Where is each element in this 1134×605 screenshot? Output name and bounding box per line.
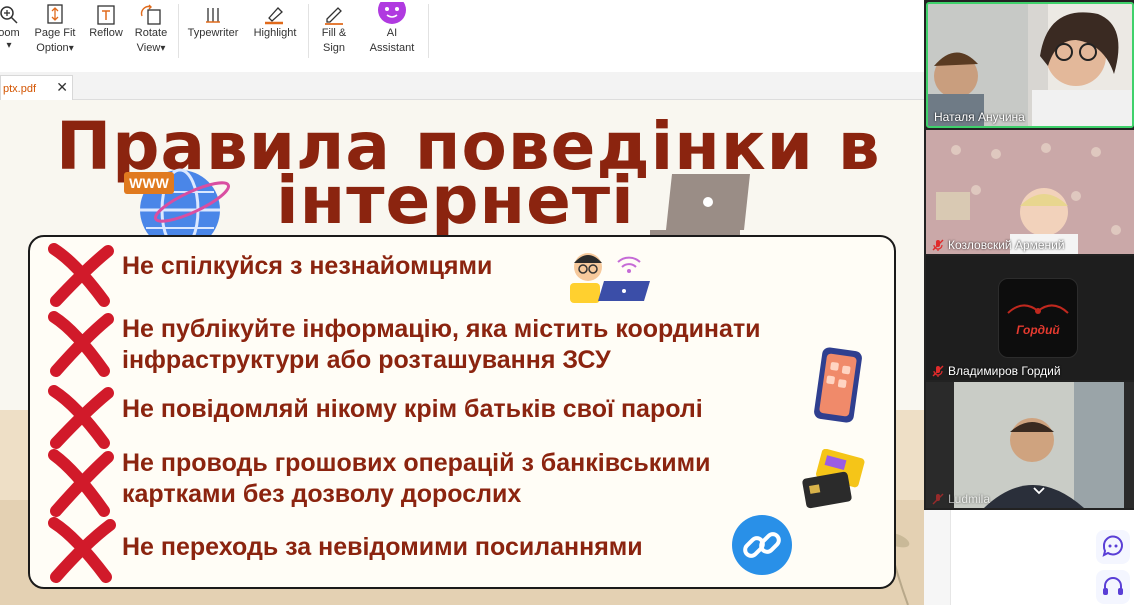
rule-text-2a: Не публікуйте інформацію, яка містить ко… <box>122 315 761 343</box>
bank-cards-icon <box>802 449 865 509</box>
laptop-icon <box>650 174 750 235</box>
panel-gap <box>924 510 950 605</box>
ribbon-toolbar: oom ▾ Page Fit Option▾ Reflow Rotate Vie… <box>0 0 924 72</box>
pen-sign-icon <box>314 0 354 26</box>
reflow-icon <box>86 0 126 26</box>
toolbar-divider <box>428 4 429 58</box>
rotate-label-1: Rotate <box>134 27 168 39</box>
reflow-label: Reflow <box>89 27 123 39</box>
chat-bot-icon <box>1102 535 1123 557</box>
participant-name-label: Владимиров Гордий <box>932 364 1061 378</box>
participant-name-label: Наталя Анучина <box>934 110 1025 124</box>
rotate-label-2: View▾ <box>137 41 166 56</box>
zoom-icon <box>0 0 26 26</box>
rotate-label-text: View <box>136 42 161 54</box>
chevron-down-icon[interactable] <box>1032 486 1046 496</box>
rule-text-4b: картками без дозволу дорослих <box>122 480 522 508</box>
x-mark-icon <box>48 243 114 307</box>
participant-tile[interactable]: Ludmila <box>926 382 1134 508</box>
smartphone-icon <box>814 347 862 423</box>
ornament-icon <box>1007 304 1069 314</box>
highlighter-icon <box>248 0 302 26</box>
page-fit-option-button[interactable]: Page Fit Option▾ <box>30 0 80 60</box>
x-mark-icon <box>48 385 114 449</box>
globe-www-label: WWW <box>129 175 169 191</box>
fill-sign-button[interactable]: Fill & Sign <box>314 0 354 60</box>
mic-muted-icon <box>932 365 944 377</box>
video-participants-panel: Наталя Анучина Козловский Армений Гордий… <box>924 0 1134 510</box>
chevron-down-icon: ▾ <box>6 40 12 51</box>
participant-video <box>926 130 1134 254</box>
typewriter-icon <box>184 0 242 26</box>
rules-card: Не спілкуйся з незнайомцями Не публікуйт… <box>28 235 896 589</box>
participant-name: Наталя Анучина <box>934 110 1025 124</box>
toolbar-divider <box>178 4 179 58</box>
typewriter-button[interactable]: Typewriter <box>184 0 242 60</box>
page-fit-label-2: Option▾ <box>36 41 73 56</box>
participant-tile[interactable]: Гордий Владимиров Гордий <box>926 256 1134 380</box>
participant-name: Владимиров Гордий <box>948 364 1061 378</box>
mic-muted-icon <box>932 493 944 505</box>
rule-text-1: Не спілкуйся з незнайомцями <box>122 252 493 280</box>
slide-title-line2: інтернеті <box>276 162 635 239</box>
x-mark-icon <box>48 517 116 583</box>
mic-muted-icon <box>932 239 944 251</box>
fill-sign-label-2: Sign <box>322 42 346 54</box>
child-at-laptop-illustration <box>570 253 650 303</box>
side-assistant-strip <box>950 510 1134 605</box>
rule-text-4a: Не проводь грошових операцій з банківськ… <box>122 449 711 477</box>
rotate-icon <box>130 0 172 26</box>
rotate-view-button[interactable]: Rotate View▾ <box>130 0 172 60</box>
chevron-down-icon: ▾ <box>68 43 74 54</box>
link-icon <box>732 515 792 575</box>
highlight-label: Highlight <box>253 27 297 39</box>
reflow-button[interactable]: Reflow <box>86 0 126 60</box>
headset-ai-icon <box>1103 577 1123 595</box>
document-tab[interactable]: ptx.pdf ✕ <box>0 75 73 101</box>
page-fit-label-1: Page Fit <box>34 27 76 39</box>
participant-tile-active[interactable]: Наталя Анучина <box>926 2 1134 128</box>
chat-bot-button[interactable] <box>1096 530 1130 564</box>
participant-name: Ludmila <box>948 492 991 506</box>
avatar-logo-text: Гордий <box>1016 323 1060 337</box>
slide-page: Правила поведінки в інтернеті WWW Не спі… <box>0 100 924 605</box>
ai-assistant-icon <box>364 0 420 26</box>
ai-label-1: AI <box>386 27 398 39</box>
ai-support-button[interactable] <box>1096 570 1130 604</box>
app-window: oom ▾ Page Fit Option▾ Reflow Rotate Vie… <box>0 0 1134 605</box>
participant-name-label: Ludmila <box>932 492 990 506</box>
page-fit-icon <box>30 0 80 26</box>
zoom-label: oom <box>0 27 20 39</box>
close-icon[interactable]: ✕ <box>56 79 68 96</box>
participant-name-label: Козловский Армений <box>932 238 1065 252</box>
participant-avatar: Гордий <box>998 278 1078 358</box>
document-tab-bar: ptx.pdf ✕ <box>0 72 924 101</box>
participant-tile[interactable]: Козловский Армений <box>926 130 1134 254</box>
zoom-button[interactable]: oom ▾ <box>0 0 26 60</box>
x-mark-icon <box>48 449 114 517</box>
page-fit-label-text: Option <box>36 42 69 54</box>
chevron-down-icon: ▾ <box>160 43 166 54</box>
ai-label-2: Assistant <box>369 42 415 54</box>
toolbar-divider <box>308 4 309 58</box>
tab-filename: ptx.pdf <box>3 82 37 95</box>
fill-sign-label-1: Fill & <box>321 27 347 39</box>
participant-name: Козловский Армений <box>948 238 1065 252</box>
rule-text-5: Не переходь за невідомими посиланнями <box>122 533 643 561</box>
rule-text-3: Не повідомляй нікому крім батьків свої п… <box>122 395 703 423</box>
typewriter-label: Typewriter <box>187 27 239 39</box>
rule-text-2b: інфраструктури або розташування ЗСУ <box>122 346 611 374</box>
x-mark-icon <box>48 311 114 377</box>
highlight-button[interactable]: Highlight <box>248 0 302 60</box>
ai-assistant-button[interactable]: AI Assistant <box>364 0 420 60</box>
